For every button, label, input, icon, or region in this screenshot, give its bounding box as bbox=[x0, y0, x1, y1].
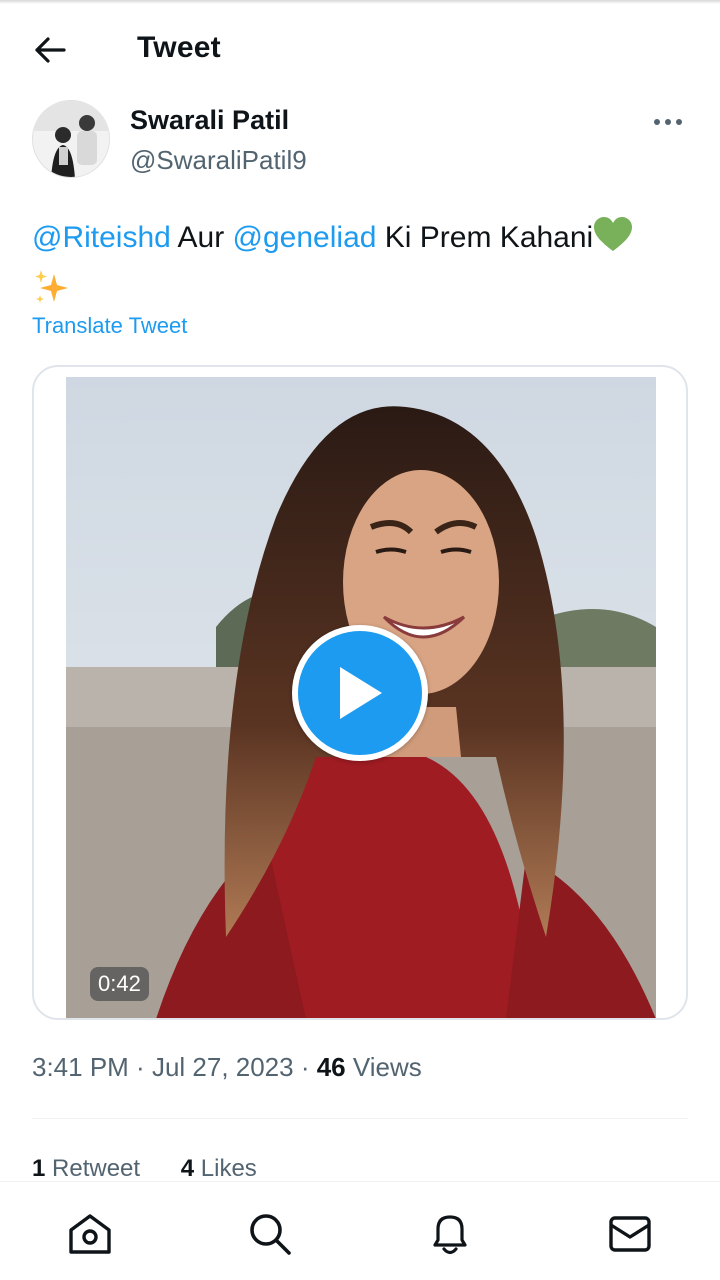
translate-tweet-link[interactable]: Translate Tweet bbox=[32, 313, 187, 339]
tab-notifications[interactable] bbox=[426, 1210, 474, 1258]
video-duration: 0:42 bbox=[90, 967, 149, 1001]
views-count: 46 bbox=[316, 1052, 346, 1082]
tab-home[interactable] bbox=[66, 1210, 114, 1258]
tweet-text-part: Aur bbox=[170, 221, 233, 254]
notifications-icon bbox=[433, 1215, 467, 1255]
video-card[interactable]: 0:42 bbox=[32, 365, 688, 1020]
tweet-time: 3:41 PM bbox=[32, 1052, 129, 1082]
author-handle[interactable]: @SwaraliPatil9 bbox=[130, 145, 307, 176]
play-button[interactable] bbox=[292, 625, 428, 761]
play-icon bbox=[340, 667, 382, 719]
bottom-navigation bbox=[0, 1181, 720, 1280]
page-title: Tweet bbox=[137, 31, 221, 64]
arrow-left-icon bbox=[35, 37, 66, 63]
likes-label: Likes bbox=[194, 1155, 257, 1182]
tweet-stats: 1 Retweet 4 Likes bbox=[32, 1155, 291, 1183]
author-name[interactable]: Swarali Patil bbox=[130, 105, 289, 136]
separator: · bbox=[128, 1052, 152, 1082]
avatar-photo bbox=[33, 101, 109, 177]
messages-icon bbox=[609, 1216, 651, 1252]
more-options-button[interactable] bbox=[648, 110, 688, 134]
search-icon bbox=[250, 1214, 291, 1255]
home-icon bbox=[69, 1214, 111, 1254]
views-label: Views bbox=[345, 1052, 422, 1082]
avatar[interactable] bbox=[32, 100, 110, 178]
likes-count: 4 bbox=[180, 1155, 195, 1182]
likes-stat[interactable]: 4 Likes bbox=[181, 1155, 257, 1183]
tab-search[interactable] bbox=[246, 1210, 294, 1258]
divider bbox=[32, 1118, 688, 1119]
tweet-text-part: Ki Prem Kahani bbox=[376, 221, 594, 254]
separator: · bbox=[293, 1052, 317, 1082]
top-app-bar: Tweet bbox=[0, 18, 720, 82]
mention-geneliad[interactable]: @geneliad bbox=[233, 221, 377, 254]
author-row: Swarali Patil @SwaraliPatil9 bbox=[32, 100, 688, 180]
mention-riteishd[interactable]: @Riteishd bbox=[32, 221, 171, 254]
tab-messages[interactable] bbox=[606, 1210, 654, 1258]
tweet-text: @Riteishd Aur @geneliad Ki Prem Kahani bbox=[32, 214, 688, 323]
back-button[interactable] bbox=[24, 30, 76, 70]
retweets-stat[interactable]: 1 Retweet bbox=[32, 1155, 140, 1183]
green-heart-icon bbox=[593, 217, 633, 268]
more-horizontal-icon bbox=[654, 119, 682, 125]
retweets-label: Retweet bbox=[45, 1155, 141, 1182]
tweet-meta: 3:41 PM · Jul 27, 2023 · 46 Views bbox=[32, 1052, 422, 1083]
retweets-count: 1 bbox=[32, 1155, 46, 1182]
tweet-date: Jul 27, 2023 bbox=[151, 1052, 294, 1082]
status-bar-shadow bbox=[0, 0, 720, 4]
